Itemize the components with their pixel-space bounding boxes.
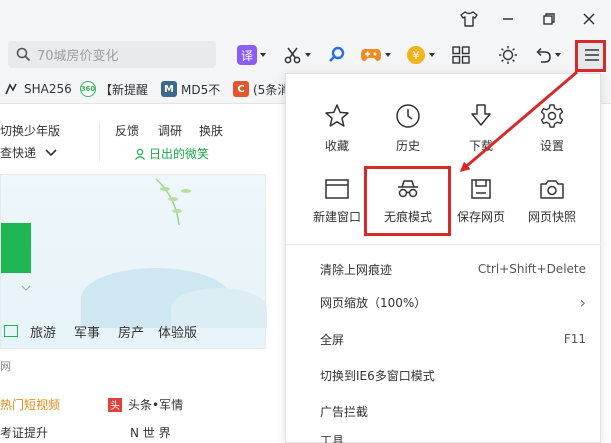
annotation-arrow — [459, 70, 578, 172]
